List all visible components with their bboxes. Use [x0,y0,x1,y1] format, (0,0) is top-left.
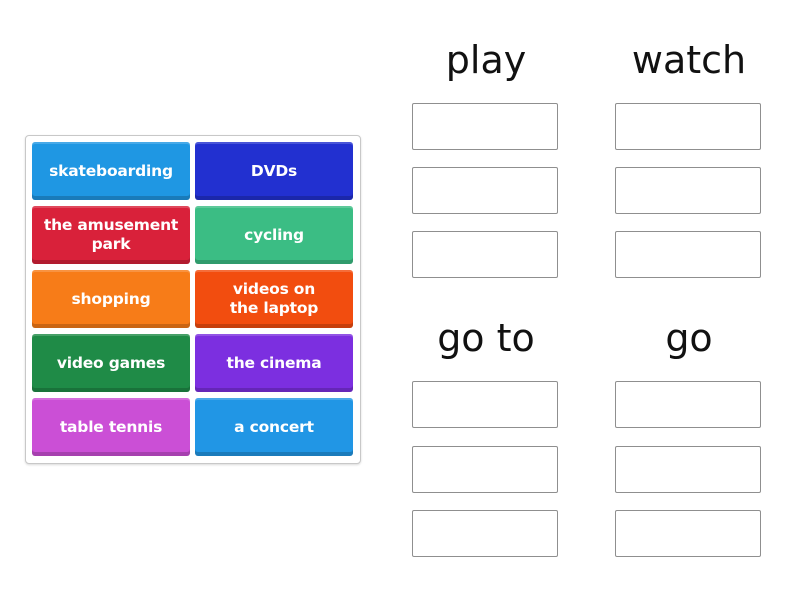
drop-slot-watch-3[interactable] [615,231,761,278]
tile-shopping[interactable]: shopping [32,270,190,328]
tile-dvds[interactable]: DVDs [195,142,353,200]
drop-slot-play-2[interactable] [412,167,558,214]
tile-skateboarding[interactable]: skateboarding [32,142,190,200]
group-title-go: go [665,316,713,360]
group-title-play: play [445,38,527,82]
tile-videos-on-the-laptop[interactable]: videos on the laptop [195,270,353,328]
answer-tray: skateboarding DVDs the amusement park cy… [25,135,361,464]
drop-slot-go-3[interactable] [615,510,761,557]
drop-slot-watch-2[interactable] [615,167,761,214]
tile-video-games[interactable]: video games [32,334,190,392]
tile-table-tennis[interactable]: table tennis [32,398,190,456]
drop-slot-watch-1[interactable] [615,103,761,150]
drop-slot-go-to-2[interactable] [412,446,558,493]
tile-a-concert[interactable]: a concert [195,398,353,456]
tile-cycling[interactable]: cycling [195,206,353,264]
group-title-watch: watch [631,38,747,82]
drop-slot-go-to-3[interactable] [412,510,558,557]
tile-the-amusement-park[interactable]: the amusement park [32,206,190,264]
drop-slot-go-to-1[interactable] [412,381,558,428]
group-title-go-to: go to [437,316,535,360]
drop-slot-play-3[interactable] [412,231,558,278]
drop-slot-go-1[interactable] [615,381,761,428]
tile-the-cinema[interactable]: the cinema [195,334,353,392]
drop-slot-go-2[interactable] [615,446,761,493]
drop-slot-play-1[interactable] [412,103,558,150]
